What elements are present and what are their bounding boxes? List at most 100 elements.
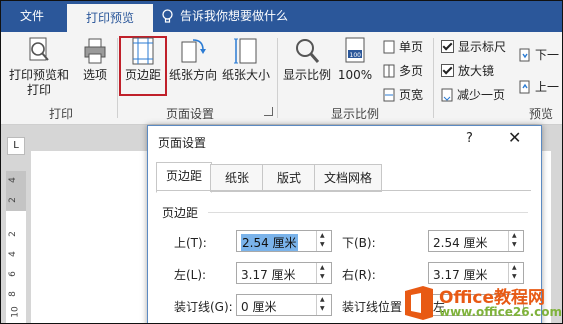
top-margin-input[interactable]: 2.54 厘米 ▲ ▼ [236, 230, 332, 252]
spin-down-icon[interactable]: ▼ [320, 305, 325, 312]
page-width-button[interactable]: 页宽 [383, 86, 423, 103]
checkbox-checked-icon [441, 40, 454, 53]
spin-down-icon[interactable]: ▼ [320, 241, 325, 248]
ruler-number: 4 [7, 251, 18, 257]
left-margin-value: 3.17 厘米 [241, 268, 296, 282]
margins-section-title: 页边距 [162, 206, 199, 220]
spin-down-icon[interactable]: ▼ [512, 241, 517, 248]
close-button[interactable]: ✕ [508, 128, 521, 147]
print-preview-and-print-button[interactable]: 打印预览和 打印 [7, 36, 71, 98]
show-ruler-label: 显示标尺 [458, 40, 507, 54]
multi-page-label: 多页 [399, 64, 424, 78]
ribbon-tab-bar: 文件 打印预览 告诉我你想要做什么 [1, 1, 562, 32]
bottom-margin-label: 下(B): [342, 236, 376, 250]
margins-label: 页边距 [124, 68, 161, 82]
gutter-label: 装订线(G): [174, 300, 233, 314]
multi-page-button[interactable]: 多页 [383, 62, 423, 79]
right-margin-spinner[interactable]: ▲ ▼ [508, 263, 523, 283]
size-button[interactable]: 纸张大小 [219, 36, 273, 83]
prev-page-label: 上一 [535, 80, 560, 94]
office-logo-icon [405, 286, 433, 320]
tell-me-text: 告诉我你想要做什么 [180, 9, 289, 23]
left-margin-label: 左(L): [174, 268, 207, 282]
print-preview-label-line1: 打印预览和 [8, 68, 69, 82]
tab-print-preview[interactable]: 打印预览 [67, 4, 153, 32]
ribbon: 打印预览和 打印 选项 页边距 纸张方向 纸张大小 显示比例 100 100% … [1, 32, 562, 125]
shrink-one-page-label: 减少一页 [457, 88, 506, 102]
margins-button[interactable]: 页边距 [122, 36, 164, 83]
orientation-icon [181, 39, 206, 63]
single-page-icon [383, 40, 395, 53]
gutter-value: 0 厘米 [241, 300, 277, 314]
shrink-one-page-button[interactable]: 减少一页 [441, 86, 505, 103]
printer-icon [84, 38, 106, 64]
magnifier-label: 放大镜 [458, 64, 495, 78]
spin-up-icon[interactable]: ▲ [320, 232, 325, 239]
ruler-number: 10 [10, 306, 21, 318]
tell-me-search[interactable]: 告诉我你想要做什么 [161, 1, 288, 32]
gutter-input[interactable]: 0 厘米 ▲ ▼ [236, 294, 332, 316]
group-label-print: 打印 [49, 107, 74, 121]
gutter-position-label: 装订线位置 [342, 300, 403, 314]
zoom-button[interactable]: 显示比例 [281, 36, 333, 83]
group-label-zoom: 显示比例 [331, 107, 380, 121]
lightbulb-icon [162, 9, 173, 23]
orientation-button[interactable]: 纸张方向 [169, 36, 217, 83]
bottom-margin-spinner[interactable]: ▲ ▼ [508, 231, 523, 251]
left-margin-spinner[interactable]: ▲ ▼ [316, 263, 331, 283]
spin-up-icon[interactable]: ▲ [512, 264, 517, 271]
group-label-page-setup: 页面设置 [166, 107, 215, 121]
paper-size-icon [234, 38, 257, 64]
bottom-margin-value: 2.54 厘米 [433, 236, 488, 250]
tab-layout[interactable]: 版式 [262, 164, 316, 192]
tab-underline [156, 190, 531, 191]
next-page-label: 下一 [535, 48, 560, 62]
watermark-url: www.office26.com [439, 305, 563, 319]
ruler-number: 4 [7, 177, 18, 183]
print-preview-label-line2: 打印 [26, 83, 51, 97]
spin-up-icon[interactable]: ▲ [320, 296, 325, 303]
bottom-margin-input[interactable]: 2.54 厘米 ▲ ▼ [428, 230, 524, 252]
ribbon-separator [433, 38, 434, 118]
orientation-label: 纸张方向 [169, 68, 218, 82]
group-label-preview: 预览 [529, 107, 554, 121]
right-margin-input[interactable]: 3.17 厘米 ▲ ▼ [428, 262, 524, 284]
spin-down-icon[interactable]: ▼ [320, 273, 325, 280]
ruler-number: 8 [7, 291, 18, 297]
shrink-page-icon [441, 88, 453, 101]
tab-document-grid[interactable]: 文档网格 [314, 164, 382, 192]
ribbon-separator [277, 38, 278, 118]
next-page-button[interactable]: 下一 [519, 46, 559, 63]
margins-icon [132, 37, 154, 65]
left-margin-input[interactable]: 3.17 厘米 ▲ ▼ [236, 262, 332, 284]
spin-down-icon[interactable]: ▼ [512, 273, 517, 280]
spin-up-icon[interactable]: ▲ [320, 264, 325, 271]
zoom-label: 显示比例 [282, 68, 331, 82]
spin-up-icon[interactable]: ▲ [512, 232, 517, 239]
page-setup-launcher-icon[interactable] [264, 107, 273, 116]
tab-paper[interactable]: 纸张 [210, 164, 264, 192]
zoom-100-button[interactable]: 100 100% [337, 36, 373, 83]
zoom-100-label: 100% [337, 68, 373, 82]
next-page-icon [519, 48, 530, 61]
dialog-title: 页面设置 [158, 136, 207, 150]
options-button[interactable]: 选项 [77, 36, 113, 83]
top-margin-spinner[interactable]: ▲ ▼ [316, 231, 331, 251]
options-label: 选项 [82, 68, 107, 82]
gutter-spinner[interactable]: ▲ ▼ [316, 295, 331, 315]
tab-file[interactable]: 文件 [9, 1, 55, 32]
tab-selector[interactable]: L [7, 137, 25, 155]
show-ruler-checkbox[interactable]: 显示标尺 [441, 38, 506, 55]
watermark: Office教程网 www.office26.com [401, 283, 563, 323]
single-page-button[interactable]: 单页 [383, 38, 423, 55]
tab-margins[interactable]: 页边距 [156, 162, 212, 193]
magnifier-checkbox[interactable]: 放大镜 [441, 62, 494, 79]
app-window: 文件 打印预览 告诉我你想要做什么 打印预览和 打印 选项 页边距 纸张方向 纸… [0, 0, 563, 324]
help-button[interactable]: ? [466, 131, 473, 146]
ruler-number: 6 [7, 271, 18, 277]
prev-page-button[interactable]: 上一 [519, 78, 559, 95]
zoom-100-icon: 100 [345, 37, 365, 63]
right-margin-label: 右(R): [342, 268, 376, 282]
checkbox-checked-icon [441, 64, 454, 77]
single-page-label: 单页 [399, 40, 424, 54]
